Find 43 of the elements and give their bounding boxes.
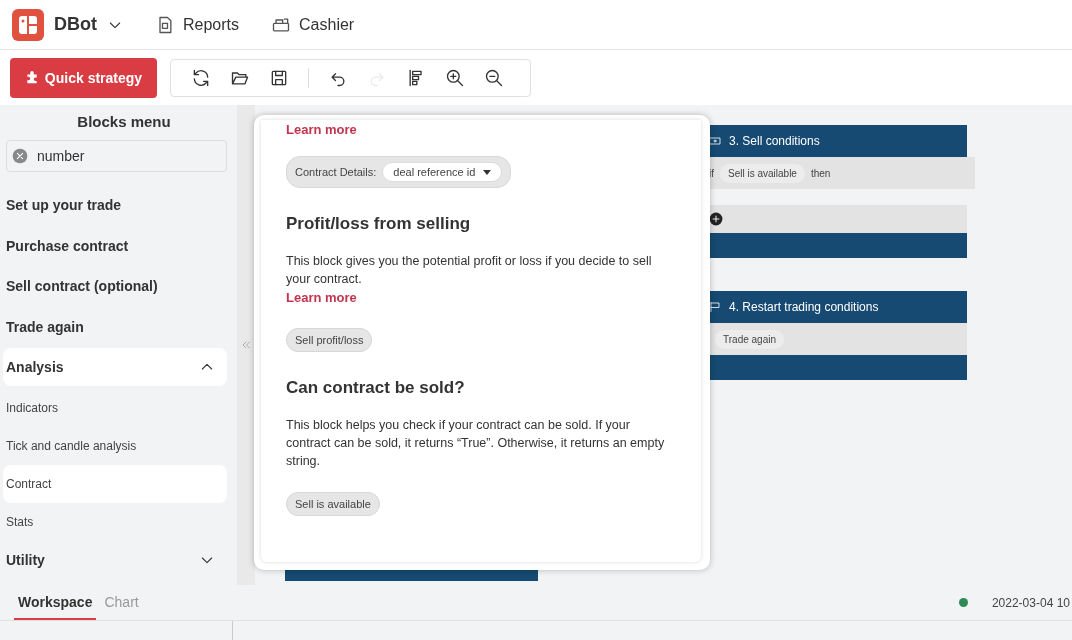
category-item[interactable]: Trade again [3, 307, 227, 346]
block-preview[interactable]: Contract Details: deal reference id [286, 156, 512, 188]
block-title: 3. Sell conditions [729, 134, 820, 148]
section-text: This block gives you the potential profit or loss if you decide to sell your contract. [286, 253, 653, 288]
block-label: Contract Details: [295, 166, 377, 178]
block-keyword: if [709, 167, 714, 179]
logo-icon[interactable] [12, 8, 44, 41]
category-item[interactable]: Utility [3, 540, 227, 579]
app-name[interactable]: DBot [54, 14, 97, 35]
block-keyword: then [810, 167, 831, 179]
puzzle-icon [24, 70, 39, 85]
category-item[interactable]: Sell contract (optional) [3, 267, 227, 305]
tab[interactable]: Workspace [14, 585, 97, 620]
zoom-in-icon[interactable] [445, 67, 465, 88]
search-field[interactable]: number [6, 140, 227, 172]
block-title: 4. Restart trading conditions [729, 300, 879, 314]
zoom-out-icon[interactable] [484, 67, 504, 88]
quick-strategy-button[interactable]: Quick strategy [10, 57, 157, 98]
add-icon[interactable] [709, 212, 723, 226]
dropdown-field[interactable]: deal reference id [382, 162, 503, 182]
clear-icon[interactable] [12, 148, 28, 164]
timestamp: 2022-03-04 10 [991, 595, 1070, 610]
nav-link[interactable]: Cashier [299, 15, 355, 34]
section-text: This block helps you check if your contract can be sold. If your contract can be sold, it returns “True”. Otherwise, it returns an empty string. [286, 417, 666, 470]
subcategory-item[interactable]: Tick and candle analysis [3, 426, 227, 465]
condition-block[interactable]: Sell is available [720, 163, 805, 183]
statement-block[interactable]: Trade again [715, 329, 784, 349]
nav-link[interactable]: Reports [183, 15, 240, 34]
subcategory-item[interactable]: Indicators [3, 388, 227, 427]
learn-more-link[interactable]: Learn more [286, 290, 357, 305]
refresh-icon[interactable] [191, 67, 211, 88]
caret-icon [483, 169, 492, 175]
category-item[interactable]: Set up your trade [3, 186, 227, 224]
block-preview[interactable]: Sell is available [286, 492, 380, 516]
section-title: Can contract be sold? [286, 378, 466, 398]
subcategory-item[interactable]: Contract [3, 464, 227, 503]
subcategory-item[interactable]: Stats [3, 502, 227, 541]
sidebar-title: Blocks menu [76, 112, 172, 132]
learn-more-link[interactable]: Learn more [286, 122, 357, 137]
section-title: Profit/loss from selling [286, 214, 472, 234]
block-preview[interactable]: Sell profit/loss [286, 328, 373, 352]
category-item[interactable]: Analysis [3, 348, 227, 386]
category-item[interactable]: Purchase contract [3, 226, 227, 265]
